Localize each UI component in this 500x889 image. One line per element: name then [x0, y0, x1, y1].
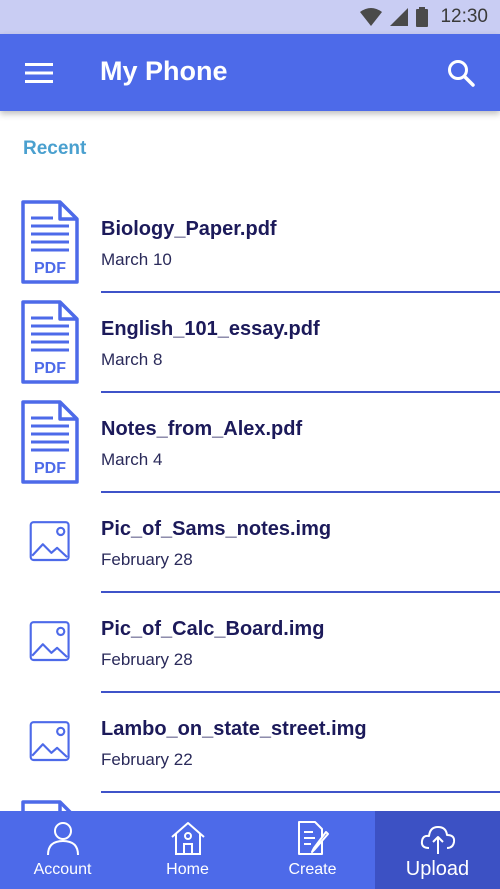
file-item[interactable]: Pic_of_Calc_Board.img February 28 [0, 580, 500, 693]
file-name: Pic_of_Sams_notes.img [101, 518, 332, 540]
pdf-badge: PDF [34, 260, 66, 277]
battery-icon [416, 7, 429, 27]
page-title: My Phone [100, 56, 228, 86]
nav-account[interactable]: Account [0, 811, 125, 889]
file-name: Lambo_on_state_street.img [101, 718, 367, 740]
image-file-icon [29, 521, 70, 562]
status-icons: 12:30 [360, 6, 488, 28]
pdf-badge: PDF [34, 360, 66, 377]
app-bar: My Phone [0, 34, 500, 111]
file-list[interactable]: PDF Biology_Paper.pdf March 10 PDF Engli… [0, 180, 500, 812]
file-item[interactable]: Pic_of_Sams_notes.img February 28 [0, 480, 500, 593]
image-file-icon [29, 621, 70, 662]
create-icon [298, 821, 329, 855]
file-name: Notes_from_Alex.pdf [101, 418, 303, 440]
file-date: March 4 [101, 450, 163, 469]
file-item[interactable] [0, 780, 500, 812]
file-date: February 28 [101, 650, 193, 669]
account-icon [47, 822, 79, 856]
file-date: March 10 [101, 250, 172, 269]
pdf-badge: PDF [34, 460, 66, 477]
pdf-file-icon: PDF [21, 200, 79, 284]
file-item[interactable]: PDF Biology_Paper.pdf March 10 [0, 180, 500, 293]
file-date: February 28 [101, 550, 193, 569]
bottom-nav: Account Home Create Upload [0, 811, 500, 889]
nav-account-label: Account [33, 861, 92, 878]
status-time: 12:30 [440, 6, 488, 27]
pdf-file-icon: PDF [21, 400, 79, 484]
file-item[interactable]: PDF English_101_essay.pdf March 8 [0, 280, 500, 393]
nav-upload-label: Upload [405, 858, 470, 880]
file-name: English_101_essay.pdf [101, 318, 320, 340]
menu-icon[interactable] [25, 63, 53, 83]
section-label-recent: Recent [23, 138, 87, 159]
status-bar: 12:30 [0, 0, 500, 34]
file-name: Biology_Paper.pdf [101, 218, 277, 240]
signal-icon [390, 8, 409, 26]
file-item[interactable]: Lambo_on_state_street.img February 22 [0, 680, 500, 793]
nav-create-label: Create [288, 861, 337, 878]
file-name: Pic_of_Calc_Board.img [101, 618, 325, 640]
file-item[interactable]: PDF Notes_from_Alex.pdf March 4 [0, 380, 500, 493]
file-date: March 8 [101, 350, 163, 369]
nav-upload[interactable]: Upload [375, 811, 500, 889]
nav-create[interactable]: Create [250, 811, 375, 889]
upload-cloud-icon [420, 826, 456, 854]
search-icon[interactable] [446, 58, 476, 88]
nav-home-label: Home [166, 861, 209, 878]
nav-home[interactable]: Home [125, 811, 250, 889]
pdf-file-icon: PDF [21, 300, 79, 384]
wifi-icon [360, 8, 383, 26]
image-file-icon [29, 721, 70, 762]
file-date: February 22 [101, 750, 193, 769]
home-icon [171, 822, 205, 855]
